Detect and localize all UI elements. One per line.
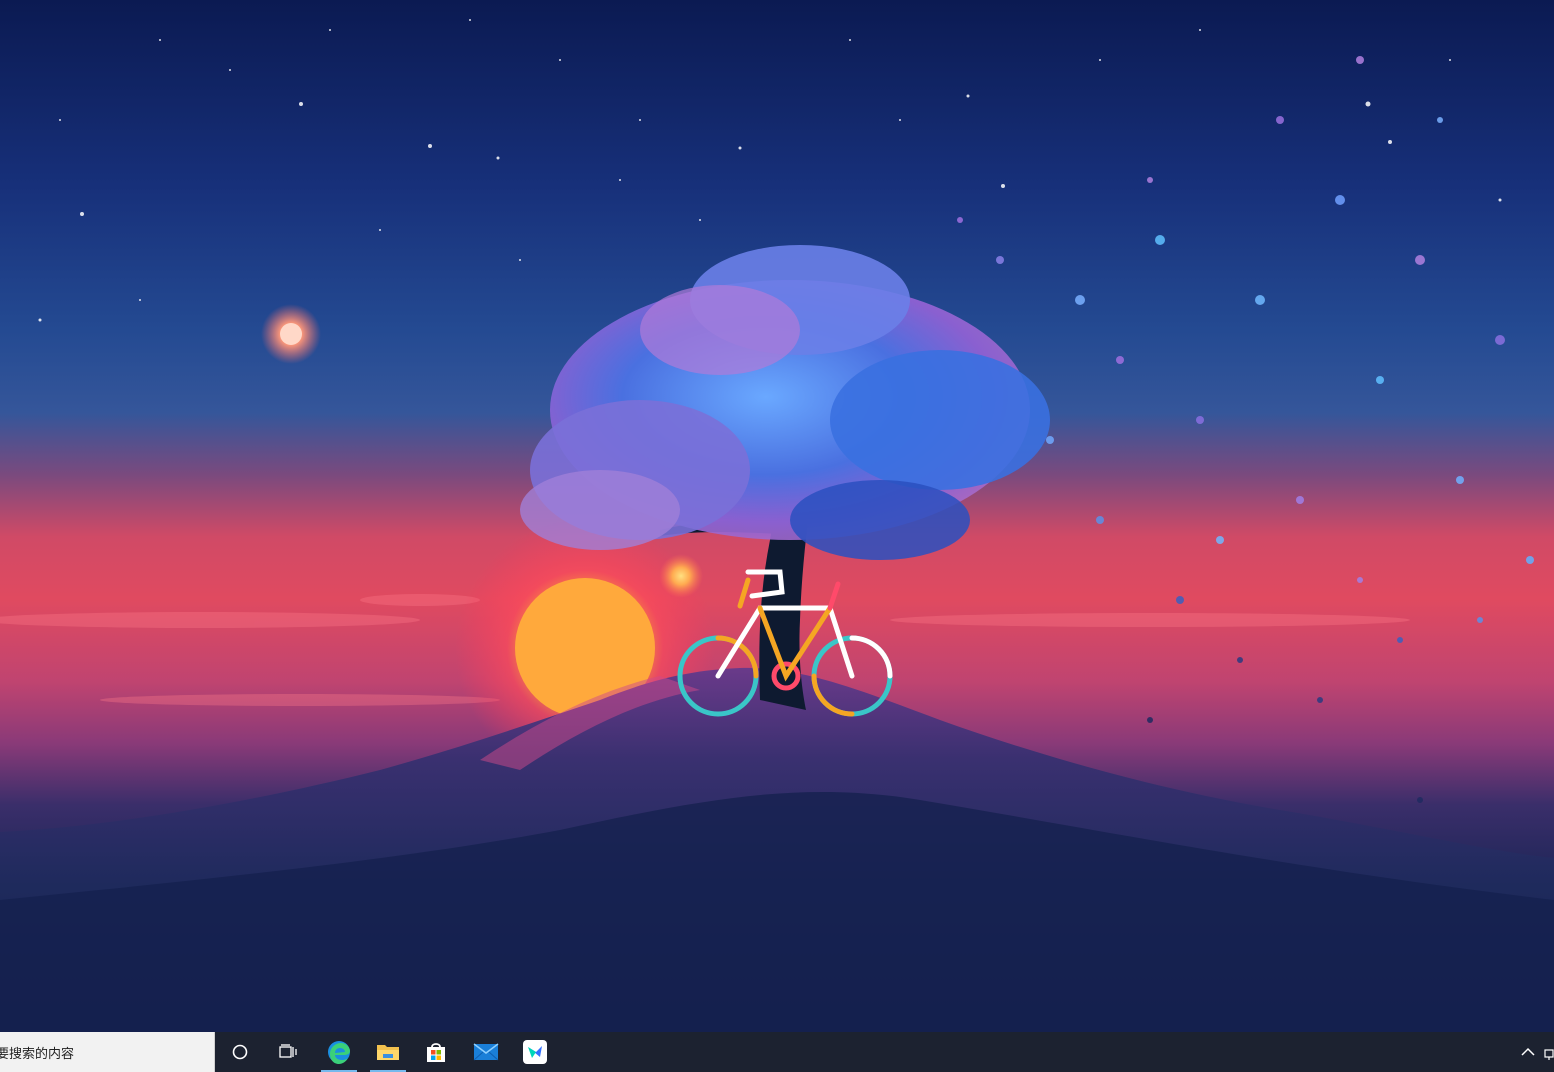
edge-icon	[328, 1041, 350, 1064]
tree-canopy	[520, 245, 1050, 560]
taskbar: 要搜索的内容	[0, 1032, 1554, 1072]
cortana-circle-icon	[232, 1044, 248, 1060]
search-box[interactable]: 要搜索的内容	[0, 1032, 215, 1072]
mail-button[interactable]	[464, 1032, 508, 1072]
system-tray	[1514, 1032, 1554, 1072]
desktop[interactable]	[0, 0, 1554, 1032]
feishu-icon	[523, 1040, 547, 1064]
search-placeholder: 要搜索的内容	[0, 1047, 75, 1062]
tray-overflow-button[interactable]	[1514, 1032, 1542, 1072]
store-button[interactable]	[414, 1032, 458, 1072]
wallpaper	[0, 19, 1554, 1032]
chevron-up-icon	[1521, 1047, 1535, 1056]
store-icon	[427, 1043, 445, 1062]
cortana-button[interactable]	[218, 1032, 262, 1072]
task-view-icon	[279, 1044, 297, 1058]
file-explorer-button[interactable]	[366, 1032, 410, 1072]
folder-icon	[377, 1045, 399, 1060]
network-icon[interactable]	[1544, 1046, 1554, 1060]
edge-button[interactable]	[317, 1032, 361, 1072]
task-view-button[interactable]	[266, 1032, 310, 1072]
mail-icon	[473, 1043, 499, 1061]
feishu-button[interactable]	[513, 1032, 557, 1072]
